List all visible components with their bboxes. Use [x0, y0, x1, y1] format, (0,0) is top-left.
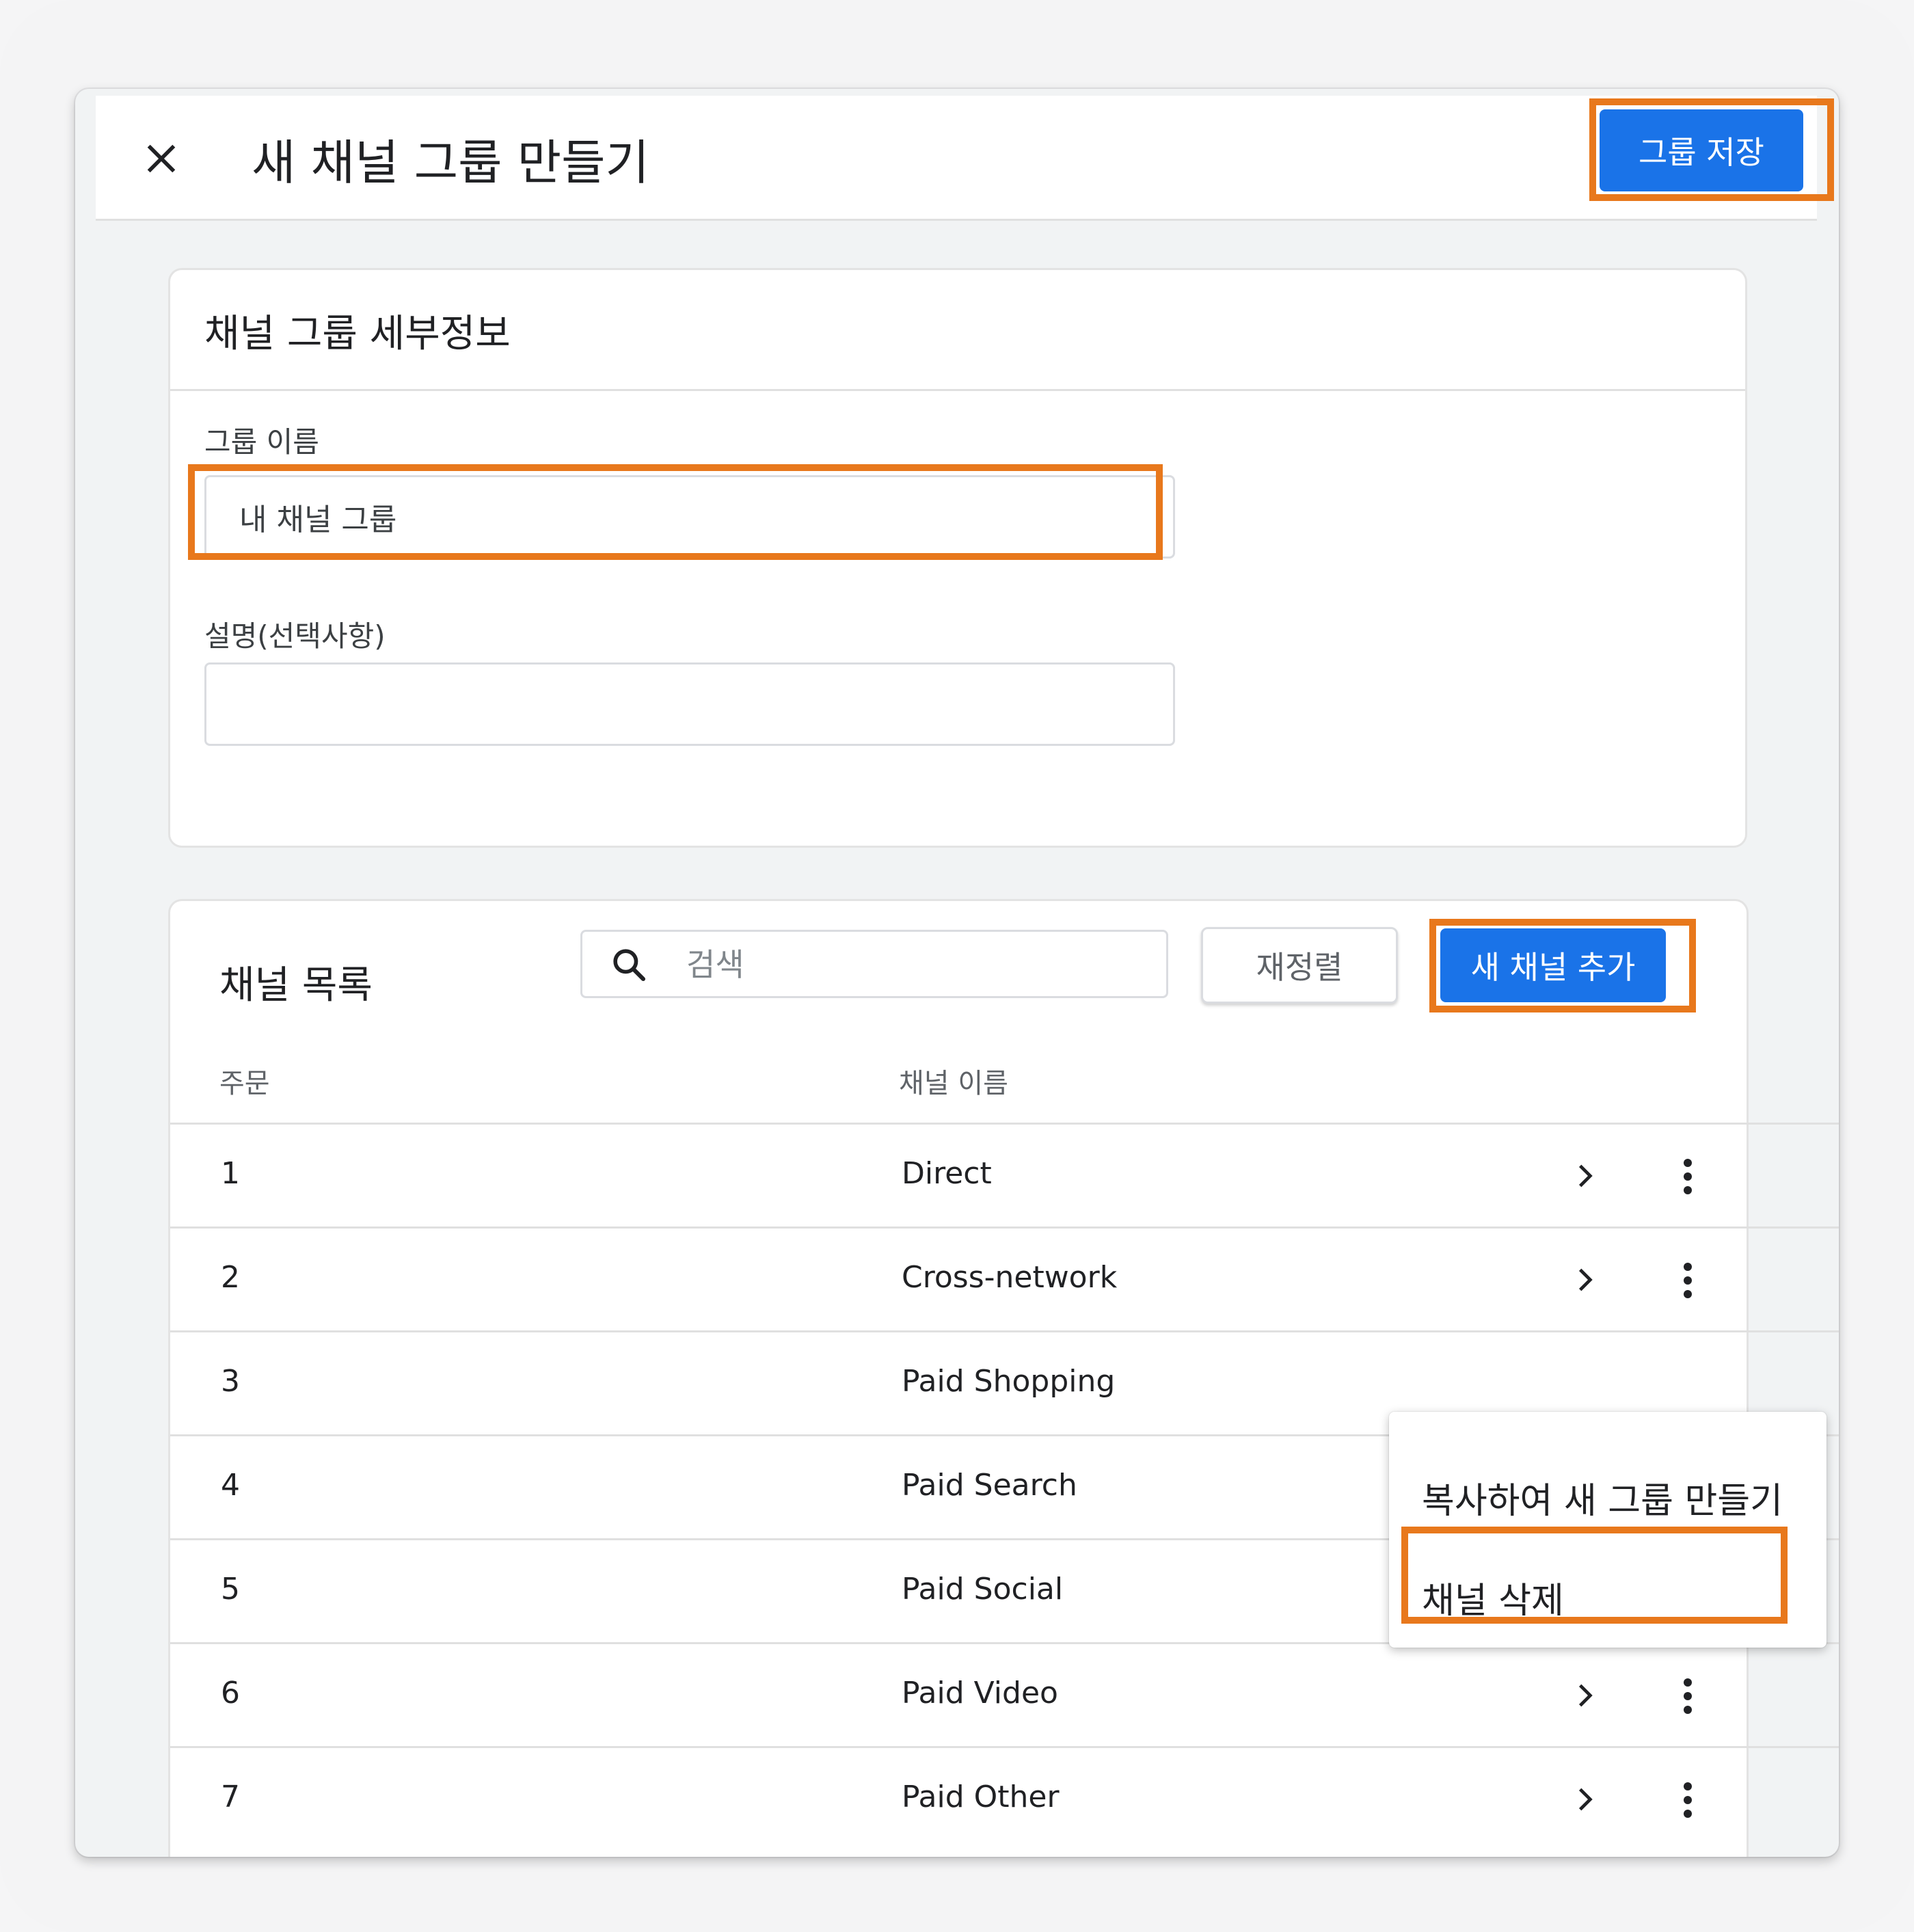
menu-item-delete-channel[interactable]: 채널 삭제 — [1389, 1547, 1827, 1636]
row-channel-name: Direct — [902, 1156, 992, 1191]
row-channel-name: Cross-network — [902, 1260, 1118, 1295]
row-channel-name: Paid Shopping — [902, 1364, 1116, 1399]
chevron-right-icon[interactable] — [1561, 1775, 1609, 1823]
table-row[interactable]: 7 Paid Other — [170, 1746, 1839, 1850]
group-name-label: 그룹 이름 — [204, 425, 319, 459]
col-header-channel-name: 채널 이름 — [899, 1068, 1008, 1099]
channel-context-menu: 복사하여 새 그룹 만들기 채널 삭제 — [1389, 1412, 1827, 1648]
close-button[interactable] — [137, 134, 186, 183]
close-icon — [147, 144, 176, 173]
table-row[interactable]: 2 Cross-network — [170, 1226, 1839, 1330]
row-channel-name: Paid Other — [902, 1780, 1060, 1814]
create-channel-group-dialog: 새 채널 그룹 만들기 그룹 저장 채널 그룹 세부정보 그룹 이름 설명(선택… — [75, 89, 1839, 1857]
details-divider — [170, 389, 1745, 391]
group-name-input[interactable] — [204, 475, 1175, 559]
details-card-title: 채널 그룹 세부정보 — [204, 312, 511, 356]
search-input[interactable] — [685, 932, 1139, 997]
menu-item-label: 복사하여 새 그룹 만들기 — [1422, 1481, 1783, 1522]
more-options-icon[interactable] — [1667, 1669, 1708, 1723]
row-order: 6 — [221, 1676, 240, 1710]
row-channel-name: Paid Video — [902, 1676, 1058, 1710]
table-row[interactable]: 1 Direct — [170, 1123, 1839, 1226]
more-options-icon[interactable] — [1667, 1149, 1708, 1204]
chevron-right-icon[interactable] — [1561, 1672, 1609, 1719]
menu-item-copy-to-new-group[interactable]: 복사하여 새 그룹 만들기 — [1389, 1447, 1827, 1536]
description-label: 설명(선택사항) — [204, 619, 386, 653]
chevron-right-icon[interactable] — [1561, 1256, 1609, 1304]
description-input[interactable] — [204, 662, 1175, 746]
search-icon — [613, 949, 646, 982]
row-channel-name: Paid Social — [902, 1572, 1064, 1607]
add-channel-button[interactable]: 새 채널 추가 — [1440, 928, 1666, 1002]
menu-item-label: 채널 삭제 — [1422, 1581, 1564, 1622]
channel-search — [580, 930, 1168, 998]
row-order: 4 — [221, 1468, 240, 1503]
dialog-header: 새 채널 그룹 만들기 그룹 저장 — [96, 96, 1834, 221]
channel-list-card: 채널 목록 재정렬 새 채널 추가 주문 채널 이름 1 Direct — [168, 899, 1839, 1857]
row-channel-name: Paid Search — [902, 1468, 1077, 1503]
row-order: 2 — [221, 1260, 240, 1295]
channel-list-title: 채널 목록 — [219, 963, 373, 1008]
col-header-order: 주문 — [219, 1068, 270, 1099]
screenshot-frame: 새 채널 그룹 만들기 그룹 저장 채널 그룹 세부정보 그룹 이름 설명(선택… — [0, 0, 1914, 1932]
save-group-button[interactable]: 그룹 저장 — [1600, 109, 1803, 191]
reorder-button[interactable]: 재정렬 — [1201, 927, 1398, 1004]
row-order: 7 — [221, 1780, 240, 1814]
table-row[interactable]: 6 Paid Video — [170, 1642, 1839, 1746]
row-order: 3 — [221, 1364, 240, 1399]
group-details-card: 채널 그룹 세부정보 그룹 이름 설명(선택사항) — [168, 268, 1747, 848]
page-title: 새 채널 그룹 만들기 — [252, 135, 649, 191]
row-order: 1 — [221, 1156, 240, 1191]
chevron-right-icon[interactable] — [1561, 1152, 1609, 1200]
more-options-icon[interactable] — [1667, 1253, 1708, 1308]
row-order: 5 — [221, 1572, 240, 1607]
more-options-icon[interactable] — [1667, 1773, 1708, 1827]
